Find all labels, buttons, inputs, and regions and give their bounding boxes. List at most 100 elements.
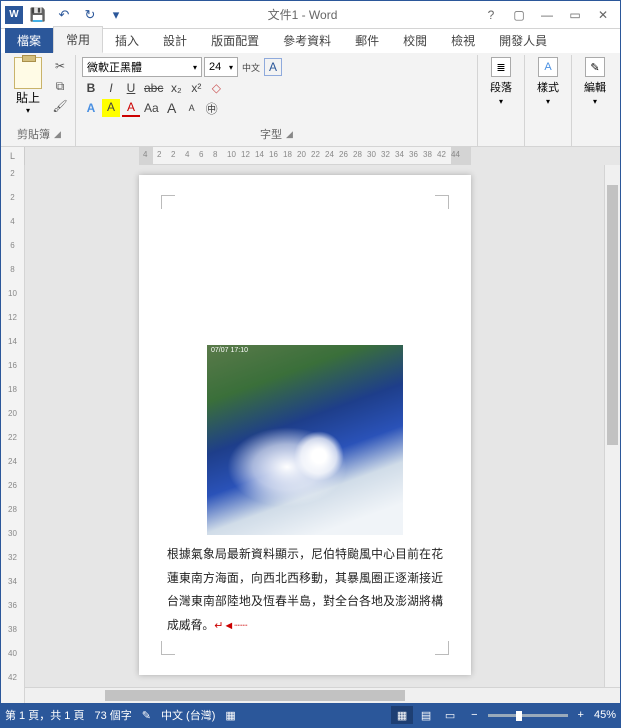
paste-label: 貼上 [16,89,40,106]
change-case-button[interactable]: Aa [142,99,161,117]
zoom-slider[interactable] [488,714,568,717]
body-paragraph[interactable]: 根據氣象局最新資料顯示，尼伯特颱風中心目前在花蓮東南方海面，向西北西移動，其暴風… [167,543,443,637]
paragraph-icon: ≣ [491,57,511,77]
ribbon-tabs: 檔案 常用 插入 設計 版面配置 參考資料 郵件 校閱 檢視 開發人員 [1,29,620,53]
cut-button[interactable]: ✂ [51,57,69,75]
subscript-button[interactable]: x₂ [167,79,185,97]
help-button[interactable]: ? [478,4,504,26]
group-styles: A 樣式▾ [525,55,572,146]
image-timestamp: 07/07 17:10 [211,347,248,354]
zoom-out-button[interactable]: − [471,709,477,721]
zoom-in-button[interactable]: + [578,709,584,721]
font-color-button[interactable]: A [122,99,140,117]
undo-button[interactable]: ↶ [53,4,75,26]
margin-corner-icon [161,195,175,209]
horizontal-scrollbar[interactable] [25,687,620,703]
group-editing: ✎ 編輯▾ [572,55,618,146]
save-button[interactable]: 💾 [27,4,49,26]
font-launcher[interactable]: ◢ [286,129,293,140]
tab-file[interactable]: 檔案 [5,28,53,53]
tab-home[interactable]: 常用 [53,26,103,53]
paragraph-mark-icon: ↵◄┈┈ [214,620,247,632]
vertical-scrollbar[interactable] [604,165,620,687]
status-bar: 第 1 頁，共 1 頁 73 個字 ✎ 中文 (台灣) ▦ ▦ ▤ ▭ − + … [1,703,620,727]
qat-more-button[interactable]: ▾ [105,4,127,26]
satellite-image[interactable]: 07/07 17:10 [207,345,403,535]
tab-review[interactable]: 校閱 [391,28,439,53]
group-clipboard: 貼上 ▾ ✂ ⧉ 🖌 剪貼簿 ◢ [3,55,76,146]
margin-corner-icon [161,641,175,655]
tab-references[interactable]: 參考資料 [271,28,343,53]
ruler-corner[interactable]: L [1,147,25,165]
clipboard-launcher[interactable]: ◢ [54,129,61,140]
group-paragraph: ≣ 段落▾ [478,55,525,146]
superscript-button[interactable]: x² [187,79,205,97]
scroll-thumb[interactable] [607,185,618,445]
enclose-char-button[interactable]: ㊥ [203,99,221,117]
grow-font-button[interactable]: A [163,99,181,117]
ruler-row: L 42246810121416182022242628303234363842… [1,147,620,165]
font-size-combo[interactable]: 24▾ [204,57,238,77]
tab-mailings[interactable]: 郵件 [343,28,391,53]
highlight-button[interactable]: A [102,99,120,117]
char-border-button[interactable]: A [264,58,282,76]
close-button[interactable]: ✕ [590,4,616,26]
language-indicator[interactable]: 中文 (台灣) [161,707,215,723]
canvas[interactable]: 07/07 17:10 根據氣象局最新資料顯示，尼伯特颱風中心目前在花蓮東南方海… [25,165,604,687]
vertical-ruler[interactable]: 224681012141618202224262830323436384042 [1,165,25,703]
bold-button[interactable]: B [82,79,100,97]
window-title: 文件1 - Word [127,6,478,23]
view-switcher: ▦ ▤ ▭ [391,706,461,724]
web-layout-view[interactable]: ▭ [439,706,461,724]
tab-developer[interactable]: 開發人員 [487,28,559,53]
quick-access-toolbar: 💾 ↶ ↻ ▾ [27,4,127,26]
document-area: 224681012141618202224262830323436384042 … [1,165,620,703]
shrink-font-button[interactable]: A [183,99,201,117]
minimize-button[interactable]: — [534,4,560,26]
tab-layout[interactable]: 版面配置 [199,28,271,53]
redo-button[interactable]: ↻ [79,4,101,26]
horizontal-ruler[interactable]: 4224681012141618202224262830323436384244 [139,147,471,165]
font-name-combo[interactable]: 微軟正黑體▾ [82,57,202,77]
underline-button[interactable]: U [122,79,140,97]
paragraph-button[interactable]: ≣ 段落▾ [484,57,518,106]
word-count[interactable]: 73 個字 [94,707,131,723]
strike-button[interactable]: abc [142,79,165,97]
word-app-icon: W [5,6,23,24]
format-painter-button[interactable]: 🖌 [51,97,69,115]
page-indicator[interactable]: 第 1 頁，共 1 頁 [5,707,84,723]
italic-button[interactable]: I [102,79,120,97]
window-controls: ? ▢ — ▭ ✕ [478,4,616,26]
zoom-thumb[interactable] [516,711,522,721]
clipboard-group-label: 剪貼簿 ◢ [9,124,69,144]
copy-button[interactable]: ⧉ [51,77,69,95]
macro-button[interactable]: ▦ [225,709,235,722]
page: 07/07 17:10 根據氣象局最新資料顯示，尼伯特颱風中心目前在花蓮東南方海… [139,175,471,675]
zoom-level[interactable]: 45% [594,709,616,721]
clear-format-button[interactable]: ◇ [207,79,225,97]
print-layout-view[interactable]: ▦ [391,706,413,724]
ribbon: 貼上 ▾ ✂ ⧉ 🖌 剪貼簿 ◢ 微軟正黑體▾ 24▾ 中文 [1,53,620,147]
tab-insert[interactable]: 插入 [103,28,151,53]
font-group-label: 字型 ◢ [82,124,471,144]
editing-icon: ✎ [585,57,605,77]
group-font: 微軟正黑體▾ 24▾ 中文 A B I U abc x₂ x² ◇ A A A [76,55,478,146]
text-effects-button[interactable]: A [82,99,100,117]
proofing-button[interactable]: ✎ [142,709,151,722]
scroll-thumb[interactable] [105,690,405,701]
title-bar: W 💾 ↶ ↻ ▾ 文件1 - Word ? ▢ — ▭ ✕ [1,1,620,29]
paste-icon [14,57,42,89]
paste-button[interactable]: 貼上 ▾ [9,57,47,115]
chevron-down-icon: ▾ [26,106,30,115]
margin-corner-icon [435,195,449,209]
ribbon-options-button[interactable]: ▢ [506,4,532,26]
tab-design[interactable]: 設計 [151,28,199,53]
margin-corner-icon [435,641,449,655]
editing-button[interactable]: ✎ 編輯▾ [578,57,612,106]
styles-icon: A [538,57,558,77]
tab-view[interactable]: 檢視 [439,28,487,53]
read-mode-view[interactable]: ▤ [415,706,437,724]
styles-button[interactable]: A 樣式▾ [531,57,565,106]
phonetic-guide-button[interactable]: 中文 [240,58,262,76]
restore-button[interactable]: ▭ [562,4,588,26]
